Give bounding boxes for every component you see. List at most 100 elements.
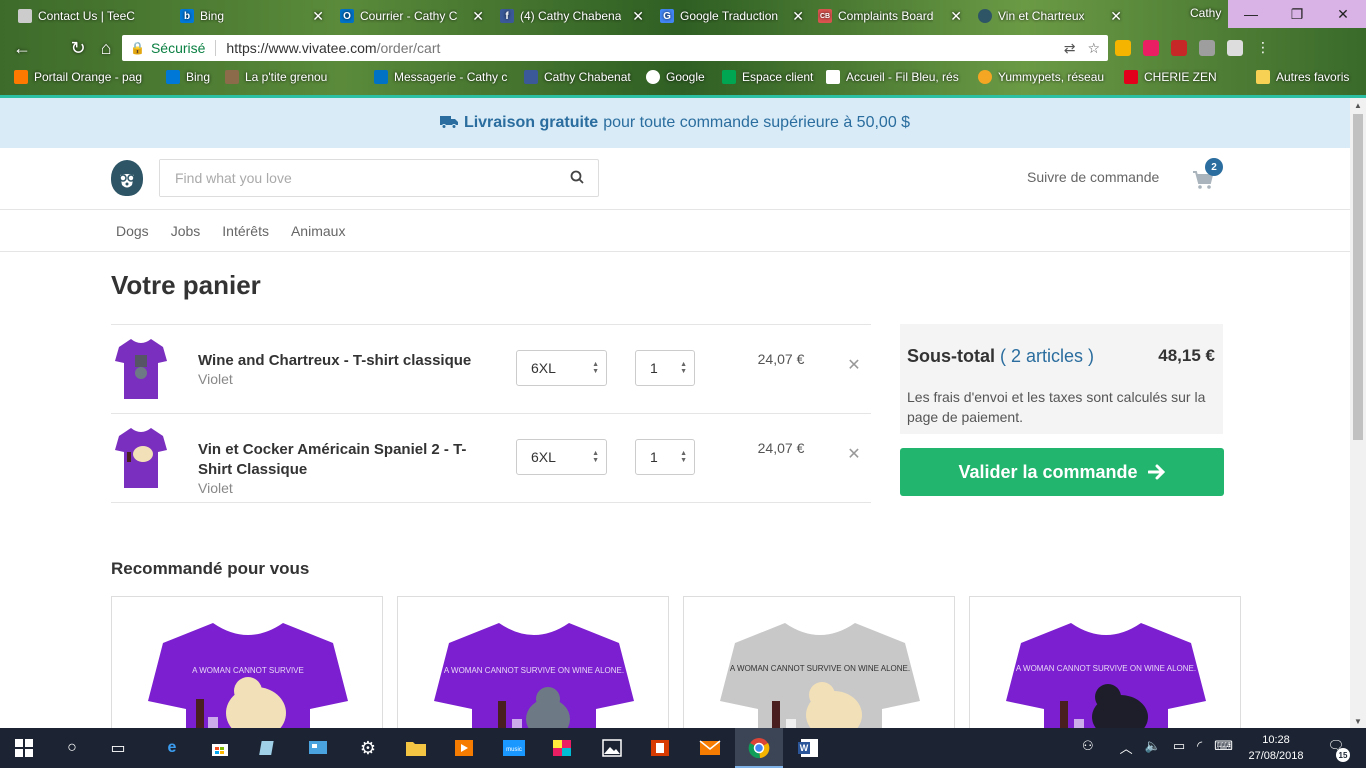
product-image: A WOMAN CANNOT SURVIVE ON WINE ALONE.: [1006, 623, 1206, 728]
task-view-icon[interactable]: ▭: [106, 736, 130, 760]
bookmark-yummypets[interactable]: Yummypets, réseau: [978, 70, 1104, 84]
tab-label: Contact Us | TeeC: [38, 9, 135, 23]
size-select[interactable]: 6XL ▲ ▼: [516, 439, 607, 475]
translate-page-icon[interactable]: ⇄: [1064, 40, 1076, 57]
tab-google-traduction[interactable]: G Google Traduction ✕: [660, 4, 808, 28]
page-content: Livraison gratuite pour toute commande s…: [0, 98, 1350, 728]
remove-item-icon[interactable]: ✕: [847, 447, 861, 463]
tab-complaints-board[interactable]: CB Complaints Board ✕: [818, 4, 966, 28]
nav-item-interets[interactable]: Intérêts: [222, 223, 269, 239]
media-player-icon[interactable]: [452, 736, 476, 760]
search-icon[interactable]: [570, 170, 584, 184]
star-bookmark-icon[interactable]: ☆: [1087, 40, 1100, 57]
product-thumbnail[interactable]: [115, 337, 167, 399]
size-select[interactable]: 6XL ▲ ▼: [516, 350, 607, 386]
bookmark-autres-favoris[interactable]: Autres favoris: [1256, 70, 1349, 84]
bookmark-cherie-zen[interactable]: CHERIE ZEN: [1124, 70, 1217, 84]
keyboard-icon[interactable]: ⌨: [1214, 738, 1233, 757]
nav-item-animaux[interactable]: Animaux: [291, 223, 345, 239]
paint-icon[interactable]: [550, 736, 574, 760]
notepad-icon[interactable]: [256, 736, 280, 760]
scroll-thumb[interactable]: [1353, 114, 1363, 440]
bookmark-orange[interactable]: Portail Orange - pag: [14, 70, 142, 84]
product-card[interactable]: A WOMAN CANNOT SURVIVE: [111, 596, 383, 728]
chevron-up-icon[interactable]: ︿: [1120, 738, 1133, 757]
wifi-icon[interactable]: ◜: [1197, 738, 1202, 757]
home-icon[interactable]: ⌂: [94, 36, 118, 60]
control-panel-icon[interactable]: [306, 736, 330, 760]
bookmark-google[interactable]: Google: [646, 70, 705, 84]
people-icon[interactable]: ⚇: [1082, 738, 1094, 757]
close-icon[interactable]: ✕: [1106, 8, 1126, 25]
product-name-link[interactable]: Vin et Cocker Américain Spaniel 2 - T-Sh…: [198, 440, 488, 480]
close-icon[interactable]: ✕: [308, 8, 328, 25]
chrome-icon[interactable]: [747, 736, 771, 760]
extension-badge-icon[interactable]: [1199, 40, 1215, 56]
nav-item-dogs[interactable]: Dogs: [116, 223, 149, 239]
drive-icon[interactable]: [1115, 40, 1131, 56]
tab-facebook[interactable]: f (4) Cathy Chabena ✕: [500, 4, 648, 28]
bookmark-messagerie[interactable]: Messagerie - Cathy c: [374, 70, 507, 84]
word-icon[interactable]: W: [796, 736, 820, 760]
restore-icon[interactable]: ❐: [1274, 0, 1320, 28]
settings-gear-icon[interactable]: ⚙: [356, 736, 380, 760]
tab-vin-et-chartreux[interactable]: Vin et Chartreux ✕: [978, 4, 1126, 28]
stepper-arrows-icon: ▲ ▼: [680, 361, 687, 375]
pdf-icon[interactable]: [1171, 40, 1187, 56]
extension-icon[interactable]: [1143, 40, 1159, 56]
close-icon[interactable]: ✕: [628, 8, 648, 25]
cortana-icon[interactable]: ○: [60, 736, 84, 760]
reload-icon[interactable]: ↻: [66, 36, 90, 60]
quantity-select[interactable]: 1 ▲ ▼: [635, 350, 695, 386]
track-order-link[interactable]: Suivre de commande: [1027, 169, 1159, 185]
close-icon[interactable]: ✕: [788, 8, 808, 25]
close-icon[interactable]: ✕: [946, 8, 966, 25]
husky-logo-icon[interactable]: [111, 160, 143, 196]
bookmark-bing[interactable]: Bing: [166, 70, 210, 84]
scroll-up-icon[interactable]: ▲: [1350, 98, 1366, 112]
edge-icon[interactable]: e: [160, 736, 184, 760]
mail-icon[interactable]: [698, 736, 722, 760]
promo-bold-text: Livraison gratuite: [463, 114, 599, 131]
profile-name[interactable]: Cathy: [1190, 6, 1221, 20]
system-clock[interactable]: 10:28 27/08/2018: [1246, 732, 1306, 764]
volume-icon[interactable]: 🔈: [1145, 738, 1161, 757]
close-icon[interactable]: ✕: [468, 8, 488, 25]
store-icon[interactable]: [208, 736, 232, 760]
minimize-icon[interactable]: —: [1228, 0, 1274, 28]
product-slogan: A WOMAN CANNOT SURVIVE: [192, 666, 304, 675]
bookmark-facebook[interactable]: Cathy Chabenat: [524, 70, 631, 84]
product-color: Violet: [198, 480, 233, 496]
drive-upload-icon[interactable]: [1227, 40, 1243, 56]
file-explorer-icon[interactable]: [404, 736, 428, 760]
quantity-select[interactable]: 1 ▲ ▼: [635, 439, 695, 475]
office-icon[interactable]: [648, 736, 672, 760]
tab-contact-us[interactable]: Contact Us | TeeC: [18, 4, 166, 28]
search-input[interactable]: [160, 160, 550, 196]
tab-bing[interactable]: b Bing ✕: [180, 4, 328, 28]
amazon-music-icon[interactable]: music: [502, 736, 526, 760]
product-card[interactable]: A WOMAN CANNOT SURVIVE ON WINE ALONE.: [969, 596, 1241, 728]
product-card[interactable]: A WOMAN CANNOT SURVIVE ON WINE ALONE.: [397, 596, 669, 728]
menu-kebab-icon[interactable]: ⋮: [1255, 40, 1271, 56]
bookmark-grenouille[interactable]: La p'tite grenou: [225, 70, 327, 84]
omnibox-actions: ⇄ ☆: [1064, 40, 1108, 57]
tab-courrier[interactable]: O Courrier - Cathy C ✕: [340, 4, 488, 28]
windows-start-icon[interactable]: [12, 736, 36, 760]
stepper-arrows-icon: ▲ ▼: [592, 450, 599, 464]
photos-icon[interactable]: [600, 736, 624, 760]
product-name-link[interactable]: Wine and Chartreux - T-shirt classique: [198, 351, 488, 371]
page-scrollbar[interactable]: ▲ ▼: [1350, 98, 1366, 728]
back-arrow-icon[interactable]: ←: [10, 36, 34, 60]
nav-item-jobs[interactable]: Jobs: [171, 223, 201, 239]
bookmark-fil-bleu[interactable]: Accueil - Fil Bleu, rés: [826, 70, 959, 84]
bookmark-espace-client[interactable]: Espace client: [722, 70, 813, 84]
battery-icon[interactable]: ▭: [1173, 738, 1185, 757]
remove-item-icon[interactable]: ✕: [847, 358, 861, 374]
product-card[interactable]: A WOMAN CANNOT SURVIVE ON WINE ALONE.: [683, 596, 955, 728]
close-window-icon[interactable]: ✕: [1320, 0, 1366, 28]
checkout-button[interactable]: Valider la commande: [900, 448, 1224, 496]
address-bar[interactable]: 🔒 Sécurisé https://www.vivatee.com/order…: [122, 35, 1108, 61]
product-thumbnail[interactable]: [115, 426, 167, 488]
scroll-down-icon[interactable]: ▼: [1350, 714, 1366, 728]
